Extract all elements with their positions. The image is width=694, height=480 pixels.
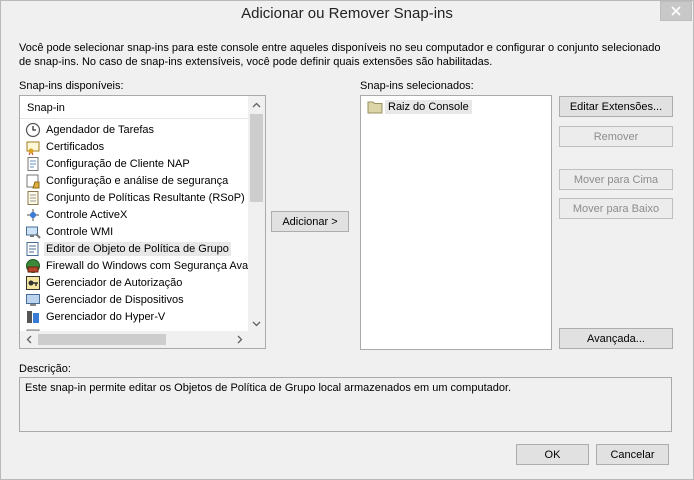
list-item[interactable]: Configuração de Cliente NAP bbox=[25, 155, 192, 172]
document-icon bbox=[27, 156, 39, 171]
description-label: Descrição: bbox=[19, 363, 71, 375]
list-item[interactable]: Certificados bbox=[25, 138, 106, 155]
rsop-icon bbox=[27, 190, 39, 205]
list-item[interactable]: Controle WMI bbox=[25, 223, 115, 240]
scroll-down-icon[interactable] bbox=[248, 315, 265, 332]
list-item-label: Configuração e análise de segurança bbox=[46, 174, 229, 187]
list-item-label: Gerenciador do Hyper-V bbox=[46, 310, 166, 323]
available-snapins-label: Snap-ins disponíveis: bbox=[19, 80, 124, 92]
scroll-left-icon[interactable] bbox=[20, 331, 37, 348]
column-header-label: Snap-in bbox=[27, 102, 65, 114]
hyperv-icon bbox=[27, 310, 39, 323]
firewall-icon bbox=[26, 258, 40, 273]
list-item-label: Conjunto de Políticas Resultante (RSoP) bbox=[46, 191, 245, 204]
window-title: Adicionar ou Remover Snap-ins bbox=[241, 5, 453, 22]
close-icon bbox=[671, 6, 681, 16]
activex-icon bbox=[27, 208, 39, 221]
list-item-label: Configuração de Cliente NAP bbox=[46, 157, 190, 170]
scrollbar-corner bbox=[248, 331, 265, 348]
list-item[interactable]: Gerenciador de Autorização bbox=[25, 274, 184, 291]
list-item-label: Gerenciador de Autorização bbox=[46, 276, 183, 289]
gpo-editor-icon bbox=[26, 241, 39, 256]
list-item[interactable]: Editor de Objeto de Política de Grupo bbox=[25, 240, 231, 257]
advanced-button[interactable]: Avançada... bbox=[559, 328, 673, 349]
move-up-button[interactable]: Mover para Cima bbox=[559, 169, 673, 190]
list-item[interactable]: Firewall do Windows com Segurança Avança… bbox=[25, 257, 248, 274]
move-down-button[interactable]: Mover para Baixo bbox=[559, 198, 673, 219]
list-item[interactable]: Raiz do Console bbox=[367, 98, 472, 115]
list-item[interactable]: Configuração e análise de segurança bbox=[25, 172, 230, 189]
list-item-label: Controle ActiveX bbox=[46, 208, 128, 221]
scroll-up-icon[interactable] bbox=[248, 96, 265, 113]
list-item[interactable]: Controle ActiveX bbox=[25, 206, 129, 223]
description-box: Este snap-in permite editar os Objetos d… bbox=[19, 377, 672, 432]
list-item-label: Controle WMI bbox=[46, 225, 114, 238]
vertical-scrollbar[interactable] bbox=[248, 96, 265, 332]
wmi-icon bbox=[26, 226, 41, 239]
horizontal-scrollbar[interactable] bbox=[20, 331, 248, 348]
selected-snapins-list[interactable]: Raiz do Console bbox=[360, 95, 552, 350]
description-text: Este snap-in permite editar os Objetos d… bbox=[25, 382, 512, 394]
list-item-label: Raiz do Console bbox=[385, 99, 472, 114]
list-item-label: Editor de Objeto de Política de Grupo bbox=[44, 241, 231, 256]
list-item[interactable]: Conjunto de Políticas Resultante (RSoP) bbox=[25, 189, 247, 206]
certificate-icon bbox=[26, 141, 40, 155]
security-config-icon bbox=[26, 174, 40, 188]
close-button[interactable] bbox=[660, 1, 692, 21]
authorization-icon bbox=[26, 275, 40, 290]
selected-snapins-label: Snap-ins selecionados: bbox=[360, 80, 474, 92]
folder-icon bbox=[367, 101, 383, 113]
remove-button[interactable]: Remover bbox=[559, 126, 673, 147]
list-item-label: Agendador de Tarefas bbox=[46, 123, 155, 136]
list-item[interactable]: Gerenciador de Dispositivos bbox=[25, 291, 186, 308]
list-item[interactable]: Gerenciador do Hyper-V bbox=[25, 308, 167, 325]
list-item[interactable]: Agendador de Tarefas bbox=[25, 121, 156, 138]
list-item-label: Gerenciador de Dispositivos bbox=[46, 293, 184, 306]
clock-icon bbox=[25, 122, 41, 137]
add-button[interactable]: Adicionar > bbox=[271, 211, 349, 232]
cancel-button[interactable]: Cancelar bbox=[596, 444, 669, 465]
column-header-snapin[interactable]: Snap-in bbox=[20, 96, 248, 119]
list-item-label: Certificados bbox=[46, 140, 105, 153]
available-list-body: Agendador de Tarefas Certificados Config… bbox=[20, 119, 248, 335]
list-item-label: Firewall do Windows com Segurança Avança… bbox=[46, 259, 248, 272]
ok-button[interactable]: OK bbox=[516, 444, 589, 465]
available-snapins-list[interactable]: Snap-in Agendador de Tarefas Certificado… bbox=[19, 95, 266, 349]
vertical-scroll-thumb[interactable] bbox=[250, 114, 263, 202]
intro-text: Você pode selecionar snap-ins para este … bbox=[19, 42, 661, 68]
scroll-right-icon[interactable] bbox=[231, 331, 248, 348]
device-manager-icon bbox=[26, 293, 40, 306]
horizontal-scroll-thumb[interactable] bbox=[38, 334, 166, 345]
edit-extensions-button[interactable]: Editar Extensões... bbox=[559, 96, 673, 117]
